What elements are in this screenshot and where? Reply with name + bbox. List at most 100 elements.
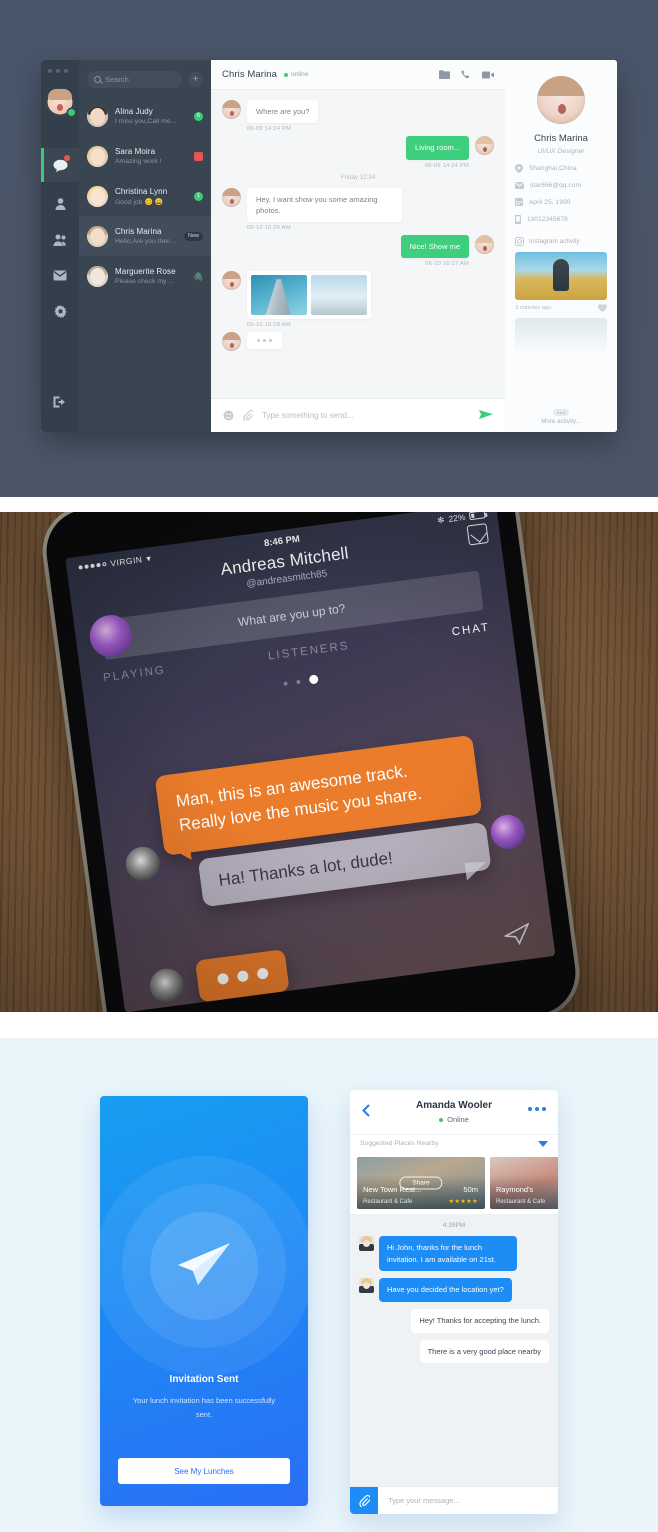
attach-icon[interactable] <box>243 410 253 421</box>
status-text: Online <box>447 1115 469 1124</box>
list-item[interactable]: Chris Marina Hello,Are you there... New <box>79 216 211 256</box>
profile-detail: Shanghai,China <box>515 164 607 173</box>
conversation-list: Search + Alina Judy I miss you,Call me..… <box>79 60 211 432</box>
attachment-icon: 🖇 <box>193 271 204 281</box>
logout-button[interactable] <box>41 385 79 419</box>
place-card[interactable]: New Town Rest... Restaurant & Cafe 50m ★… <box>357 1157 485 1209</box>
suggested-places-header[interactable]: Suggested Places Nearby <box>350 1134 558 1152</box>
activity-photo[interactable] <box>515 318 607 352</box>
message-row: There is a very good place nearby <box>359 1339 549 1364</box>
avatar <box>475 235 494 254</box>
heart-icon[interactable] <box>598 304 607 312</box>
phone-mockup-section: VIRGIN ▾ 8:46 PM ✻ 22% Andreas Mitchell … <box>0 512 658 1012</box>
status-badge <box>194 151 203 161</box>
sidebar-item-groups[interactable] <box>41 222 79 256</box>
message-row: Have you decided the location yet? <box>359 1278 549 1302</box>
share-button[interactable]: Share <box>399 1176 443 1190</box>
avatar <box>87 225 108 247</box>
more-activity-button[interactable]: More activity... <box>505 402 617 432</box>
sidebar-item-chat[interactable] <box>41 148 79 182</box>
see-my-lunches-button[interactable]: See My Lunches <box>118 1458 290 1484</box>
activity-title: Instagram activity <box>529 238 580 245</box>
typing-indicator <box>247 332 282 350</box>
unread-badge <box>64 155 70 161</box>
avatar <box>87 265 108 287</box>
sidebar-item-mail[interactable] <box>41 258 79 292</box>
more-button[interactable] <box>528 1107 546 1111</box>
conversation-text: Chris Marina Hello,Are you there... <box>115 227 177 245</box>
profile-role: UI/UX Designer <box>537 148 585 155</box>
message-col: Living room... 06-09 14:24 PM <box>405 136 469 169</box>
group-icon <box>53 234 66 246</box>
activity-photo[interactable] <box>515 252 607 300</box>
phone-icon <box>515 215 521 224</box>
instagram-icon <box>515 237 524 246</box>
activity-meta: 3 minutes ago <box>515 304 607 312</box>
message-input[interactable]: Type your message... <box>378 1496 460 1505</box>
phone-icon[interactable] <box>461 69 471 80</box>
message-col: Nice! Show me 06-10 10:27 AM <box>400 235 469 267</box>
more-activity-label: More activity... <box>541 418 581 425</box>
place-distance: 50m <box>463 1185 478 1194</box>
list-item[interactable]: Alina Judy I miss you,Call me... 6 <box>79 96 211 136</box>
avatar[interactable] <box>46 88 75 116</box>
conversation-preview: Amazing work ! <box>115 158 162 165</box>
message-time: 06-09 14:24 PM <box>424 162 469 169</box>
status-text: online <box>291 71 309 78</box>
chat-panel: Chris Marina online Where are you? 06-09… <box>211 60 505 432</box>
folder-icon[interactable] <box>439 70 450 79</box>
attach-icon <box>358 1494 370 1507</box>
page-title: Amanda Wooler <box>416 1100 492 1111</box>
search-input[interactable]: Search <box>87 71 182 88</box>
message-bubble: Hey! Thanks for accepting the lunch. <box>411 1308 549 1333</box>
photo-thumbnail[interactable] <box>311 275 367 316</box>
back-button[interactable] <box>362 1104 370 1122</box>
message-time: 06-10 10:28 AM <box>247 322 291 329</box>
avatar <box>87 145 108 167</box>
message-input-bar: Type something to send... <box>211 398 505 432</box>
place-card[interactable]: Raymond's Restaurant & Cafe <box>490 1157 558 1209</box>
place-subtitle: Restaurant & Cafe <box>363 1199 413 1205</box>
emoji-icon[interactable] <box>223 410 234 421</box>
calendar-icon <box>515 198 523 206</box>
sidebar-item-contacts[interactable] <box>41 186 79 220</box>
avatar <box>222 271 241 291</box>
search-row: Search + <box>79 60 211 96</box>
message-input[interactable]: Type something to send... <box>262 411 470 420</box>
attach-button[interactable] <box>350 1486 378 1514</box>
avatar <box>222 187 241 207</box>
list-item[interactable]: Sara Moira Amazing work ! <box>79 136 211 176</box>
conversation-name: Marguerite Rose <box>115 267 176 276</box>
message-time: 06-10 10:26 AM <box>247 225 291 231</box>
settings-icon <box>54 304 66 318</box>
conversation-preview: Hello,Are you there... <box>115 238 177 245</box>
list-item[interactable]: Christina Lynn Good job 😊 😄 1 <box>79 176 211 216</box>
status-badge: online <box>284 71 308 78</box>
status-badge: 6 <box>194 111 203 121</box>
conversation-preview: Good job 😊 😄 <box>115 198 164 206</box>
page-root: Search + Alina Judy I miss you,Call me..… <box>0 0 658 1532</box>
lunch-app-section: Invitation Sent Your lunch invitation ha… <box>0 1038 658 1532</box>
chevron-down-icon[interactable] <box>538 1140 548 1147</box>
add-conversation-button[interactable]: + <box>188 72 203 87</box>
more-pill <box>553 409 569 416</box>
profile-detail: 13012345678 <box>515 215 607 224</box>
avatar <box>87 185 108 207</box>
sidebar-item-settings[interactable] <box>41 294 79 328</box>
message-list: 4:39PM Hi John, thanks for the lunch inv… <box>350 1214 558 1486</box>
send-button[interactable] <box>479 407 493 425</box>
list-item[interactable]: Marguerite Rose Please check my ... 🖇 <box>79 256 211 296</box>
photo-thumbnail[interactable] <box>251 275 307 316</box>
chat-header: Chris Marina online <box>211 60 505 90</box>
activity-header: Instagram activity <box>515 237 607 246</box>
message-row: Hey, I want show you some amazing photos… <box>222 187 494 231</box>
message-bubble: Hi John, thanks for the lunch invitation… <box>379 1236 517 1272</box>
profile-email: star666@qq.com <box>530 182 581 189</box>
activity-time: 3 minutes ago <box>515 305 552 311</box>
video-icon[interactable] <box>482 71 494 79</box>
message-row: Hey! Thanks for accepting the lunch. <box>359 1308 549 1333</box>
message-bubble: Where are you? <box>247 100 319 124</box>
photo-attachment[interactable] <box>247 271 371 320</box>
mail-icon <box>515 182 524 189</box>
conversation-name: Christina Lynn <box>115 186 168 196</box>
